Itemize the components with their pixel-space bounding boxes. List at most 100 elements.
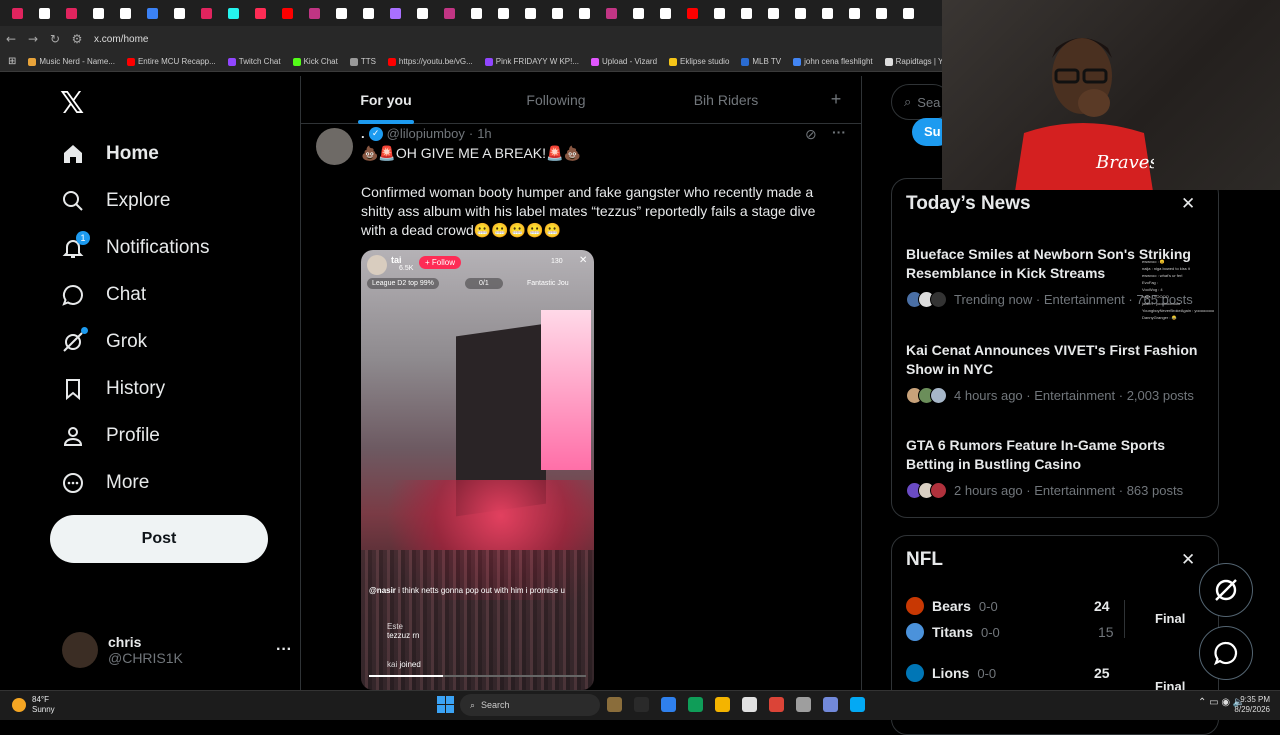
browser-tab[interactable] (544, 2, 571, 24)
sidebar-item-home[interactable]: Home (60, 141, 159, 167)
browser-tab[interactable] (31, 2, 58, 24)
bookmark-item[interactable]: john cena fleshlight (793, 57, 873, 66)
task-view-icon[interactable] (634, 697, 649, 712)
game-team-row[interactable]: Bears 0-0 (906, 597, 998, 615)
bookmark-item[interactable]: Eklipse studio (669, 57, 729, 66)
game-team-row[interactable]: Titans 0-0 (906, 623, 1000, 641)
close-icon[interactable]: ✕ (1181, 194, 1195, 214)
file-explorer-icon[interactable] (715, 697, 730, 712)
bookmark-item[interactable]: Music Nerd - Name... (28, 57, 115, 66)
sidebar-item-more[interactable]: More (60, 470, 149, 496)
browser-tab[interactable] (220, 2, 247, 24)
tab-bih-riders[interactable]: Bih Riders (641, 92, 811, 108)
browser-tab[interactable] (571, 2, 598, 24)
sidebar-item-notifications[interactable]: 1 Notifications (60, 231, 210, 261)
store-icon[interactable] (742, 697, 757, 712)
tweet-author-avatar[interactable] (316, 128, 353, 165)
tweet-author-name[interactable]: . (361, 126, 365, 141)
browser-tab[interactable] (274, 2, 301, 24)
browser-tab[interactable] (895, 2, 922, 24)
close-icon[interactable]: ✕ (1181, 550, 1195, 570)
copilot-icon[interactable] (661, 697, 676, 712)
tweet-video[interactable]: tai 6.5K + Follow 130 ✕ League D2 top 99… (361, 250, 594, 690)
tweet-more-icon[interactable]: ··· (832, 124, 846, 140)
taskbar-clock[interactable]: 9:35 PM 8/29/2026 (1230, 695, 1270, 715)
post-button[interactable]: Post (50, 515, 268, 563)
browser-tab[interactable] (409, 2, 436, 24)
back-icon[interactable]: ← (0, 32, 22, 46)
grok-floating-button[interactable] (1199, 563, 1253, 617)
account-switcher[interactable]: chris @CHRIS1K ··· (62, 630, 292, 670)
widgets-icon[interactable] (607, 697, 622, 712)
browser-tab[interactable] (814, 2, 841, 24)
bookmark-item[interactable]: Twitch Chat (227, 57, 281, 66)
game-team-row[interactable]: Lions 0-0 (906, 664, 996, 682)
settings-icon[interactable] (796, 697, 811, 712)
add-tab-icon[interactable]: + (811, 89, 861, 110)
bookmark-item[interactable]: Kick Chat (292, 57, 338, 66)
sidebar-item-profile[interactable]: Profile (60, 423, 160, 449)
taskbar-search[interactable]: ⌕ Search (460, 694, 600, 716)
apps-icon[interactable]: ⊞ (8, 56, 16, 67)
grok-explain-icon[interactable]: ⊘ (805, 126, 817, 143)
messages-floating-button[interactable] (1199, 626, 1253, 680)
browser-tab[interactable] (463, 2, 490, 24)
video-close-icon[interactable]: ✕ (579, 255, 587, 266)
video-progress-track[interactable] (369, 675, 586, 677)
tweet-time[interactable]: 1h (477, 126, 491, 141)
discord-icon[interactable] (823, 697, 838, 712)
browser-tab[interactable] (328, 2, 355, 24)
tab-following[interactable]: Following (471, 92, 641, 108)
browser-tab[interactable] (787, 2, 814, 24)
tweet-handle[interactable]: @lilopiumboy (387, 126, 465, 141)
browser-tab[interactable] (382, 2, 409, 24)
browser-tab[interactable] (436, 2, 463, 24)
sidebar-item-history[interactable]: History (60, 376, 165, 402)
browser-tab[interactable] (58, 2, 85, 24)
browser-tab[interactable] (166, 2, 193, 24)
bookmark-item[interactable]: Rapidtags | YouTub... (884, 57, 942, 66)
browser-tab[interactable] (247, 2, 274, 24)
browser-tab[interactable] (193, 2, 220, 24)
browser-tab[interactable] (517, 2, 544, 24)
forward-icon[interactable]: → (22, 32, 44, 46)
browser-tab[interactable] (625, 2, 652, 24)
browser-tab[interactable] (706, 2, 733, 24)
sidebar-item-chat[interactable]: Chat (60, 282, 146, 308)
bookmark-item[interactable]: TTS (349, 57, 376, 66)
reload-icon[interactable]: ↻ (44, 32, 66, 46)
news-item[interactable]: Kai Cenat Announces VIVET's First Fashio… (906, 341, 1206, 404)
windows-start-icon[interactable] (437, 696, 454, 713)
bookmark-item[interactable]: https://youtu.be/vG... (387, 57, 473, 66)
browser-tab[interactable] (733, 2, 760, 24)
browser-tab[interactable] (679, 2, 706, 24)
browser-tab[interactable] (85, 2, 112, 24)
sidebar-item-grok[interactable]: Grok (60, 327, 147, 355)
browser-tab[interactable] (652, 2, 679, 24)
notepad-icon[interactable] (850, 697, 865, 712)
x-logo-icon[interactable]: 𝕏 (60, 86, 84, 121)
bookmark-item[interactable]: MLB TV (741, 57, 781, 66)
weather-widget[interactable]: 84°F Sunny (12, 695, 55, 715)
more-dots-icon[interactable]: ··· (276, 641, 292, 659)
browser-tab[interactable] (868, 2, 895, 24)
browser-tab[interactable] (301, 2, 328, 24)
follow-button[interactable]: + Follow (419, 256, 462, 269)
sidebar-item-explore[interactable]: Explore (60, 188, 170, 214)
browser-tab[interactable] (490, 2, 517, 24)
bookmark-item[interactable]: Upload - Vizard (591, 57, 657, 66)
browser-tab[interactable] (760, 2, 787, 24)
bookmark-item[interactable]: Entire MCU Recapp... (126, 57, 216, 66)
browser-tab[interactable] (112, 2, 139, 24)
browser-tab[interactable] (841, 2, 868, 24)
site-info-icon[interactable]: ⚙ (66, 32, 88, 46)
news-item[interactable]: GTA 6 Rumors Feature In-Game Sports Bett… (906, 436, 1206, 499)
bookmark-item[interactable]: Pink FRIDAYY W KP!... (484, 57, 579, 66)
tab-for-you[interactable]: For you (301, 92, 471, 124)
chrome-icon[interactable] (769, 697, 784, 712)
browser-tab[interactable] (598, 2, 625, 24)
browser-tab[interactable] (355, 2, 382, 24)
edge-icon[interactable] (688, 697, 703, 712)
url-field[interactable]: x.com/home (94, 34, 148, 45)
browser-tab[interactable] (4, 2, 31, 24)
